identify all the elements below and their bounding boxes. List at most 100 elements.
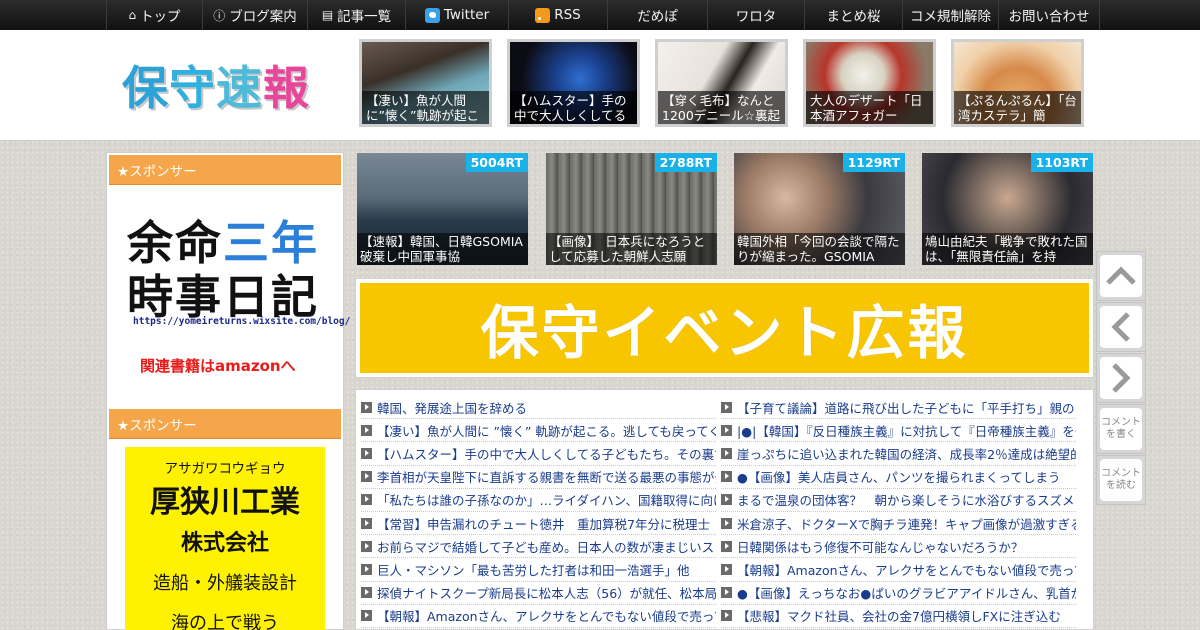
header-thumb-4[interactable]: 大人のデザート「日本酒アフォガー	[803, 39, 936, 127]
home-icon: ⌂	[128, 8, 137, 22]
featured-caption: 【画像】 日本兵になろうとして応募した朝鮮人志願	[546, 233, 717, 265]
rss-icon	[535, 7, 551, 23]
chevron-right-icon	[1100, 357, 1142, 399]
company-name: 厚狭川工業	[150, 485, 300, 520]
nav-item-blog-info[interactable]: ⓘ ブログ案内	[203, 0, 308, 30]
nav-item-warota[interactable]: ワロタ	[708, 0, 805, 30]
list-item[interactable]: まるで温泉の団体客？ 朝から楽しそうに水浴びするスズメさ	[721, 489, 1076, 512]
list-item[interactable]: 巨人・マシソン「最も苦労した打者は和田一浩選手」他	[361, 558, 716, 582]
list-item[interactable]: 米倉涼子、ドクターXで胸チラ連発！キャプ画像が過激すぎる	[721, 512, 1076, 536]
retweet-count-badge: 1103RT	[1030, 153, 1093, 172]
list-item[interactable]: 【朝報】Amazonさん、アレクサをとんでもない値段で売ってし	[361, 605, 716, 628]
featured-thumb-4[interactable]: 1103RT 鳩山由紀夫「戦争で敗れた国は、「無限責任論」を持	[922, 153, 1093, 265]
header-thumb-5[interactable]: 【ぷるんぷるん】「台湾カステラ」簡	[951, 39, 1084, 127]
retweet-count-badge: 5004RT	[465, 153, 528, 172]
sponsor-heading-2-wrap: ★スポンサー	[107, 407, 343, 441]
list-item[interactable]: 【ハムスター】手の中で大人しくしてる子どもたち。その裏で	[361, 442, 716, 466]
arrow-bullet-icon	[721, 401, 732, 413]
header-thumb-2[interactable]: 【ハムスター】手の中で大人しくしてる	[507, 39, 640, 127]
list-item[interactable]: 【悲報】マクド社員、会社の金7億円横領しFXに注ぎ込む	[721, 605, 1076, 628]
featured-caption: 鳩山由紀夫「戦争で敗れた国は、「無限責任論」を持	[922, 233, 1093, 265]
list-item[interactable]: 崖っぷちに追い込まれた韓国の経済、成長率2％達成は絶望的か	[721, 442, 1076, 466]
nav-item-twitter[interactable]: Twitter	[406, 0, 509, 30]
nav-item-contact[interactable]: お問い合わせ	[999, 0, 1100, 30]
ad-url: https://yomeireturns.wixsite.com/blog/	[133, 316, 351, 327]
arrow-bullet-icon	[361, 424, 372, 436]
nav-item-rss[interactable]: RSS	[509, 0, 608, 30]
arrow-bullet-icon	[721, 610, 732, 622]
retweet-count-badge: 2788RT	[654, 153, 717, 172]
write-comment-button[interactable]: コメントを書く	[1096, 404, 1146, 454]
list-item[interactable]: 「私たちは誰の子孫なのか」…ライダイハン、国籍取得に向け	[361, 489, 716, 512]
featured-thumb-1[interactable]: 5004RT 【速報】韓国、日韓GSOMIA破棄し中国軍事協	[357, 153, 528, 265]
featured-caption: 韓国外相「今回の会談で隔たりが縮まった。GSOMIA	[734, 233, 905, 265]
sponsor-ad-yomei[interactable]: 余命三年 時事日記 https://yomeireturns.wixsite.c…	[107, 189, 350, 389]
company-type: 株式会社	[180, 531, 269, 556]
list-item[interactable]: 【子育て議論】道路に飛び出した子どもに「平手打ち」親のし	[721, 396, 1076, 420]
list-item[interactable]: ●【画像】えっちなお●ぱいのグラビアアイドルさん、乳首が透	[721, 582, 1076, 605]
arrow-bullet-icon	[361, 540, 372, 552]
featured-thumb-3[interactable]: 1129RT 韓国外相「今回の会談で隔たりが縮まった。GSOMIA	[734, 153, 905, 265]
list-icon: ▤	[321, 8, 334, 22]
arrow-bullet-icon	[361, 517, 372, 529]
nav-item-comment-unblock[interactable]: コメ規制解除	[903, 0, 999, 30]
sponsor-ad-asagawa[interactable]: アサガワコウギョウ 厚狭川工業 株式会社 造船・外艤装設計 海の上で戦う	[125, 447, 325, 630]
write-comment-label: コメントを書く	[1101, 417, 1141, 440]
list-item[interactable]: 韓国、発展途上国を辞める	[361, 396, 716, 420]
arrow-bullet-icon	[721, 540, 732, 552]
nav-item-article-list[interactable]: ▤ 記事一覧	[308, 0, 406, 30]
nav-item-matome-sakura[interactable]: まとめ桜	[805, 0, 903, 30]
arrow-bullet-icon	[361, 587, 372, 599]
event-banner[interactable]: 保守イベント広報	[355, 278, 1094, 378]
previous-article-button[interactable]	[1096, 302, 1146, 352]
twitter-icon	[424, 7, 440, 23]
read-comments-label: コメントを読む	[1101, 468, 1141, 491]
company-slogan: 海の上で戦う	[171, 613, 279, 630]
amazon-link[interactable]: 関連書籍はamazonへ	[140, 355, 296, 376]
arrow-bullet-icon	[721, 447, 732, 459]
retweet-count-badge: 1129RT	[842, 153, 905, 172]
list-item[interactable]: お前らマジで結婚して子ども産め。日本人の数が凄まじいスピ	[361, 535, 716, 559]
next-article-button[interactable]	[1096, 353, 1146, 403]
list-item[interactable]: |●|【韓国】『反日種族主義』に対抗して『日帝種族主義』を発	[721, 419, 1076, 443]
arrow-bullet-icon	[721, 471, 732, 483]
featured-caption: 【速報】韓国、日韓GSOMIA破棄し中国軍事協	[357, 233, 528, 265]
header-thumb-caption: 【ぷるんぷるん】「台湾カステラ」簡	[954, 91, 1081, 124]
header-thumb-3[interactable]: 【穿く毛布】なんと1200デニール☆裏起毛	[655, 39, 788, 127]
header-thumb-caption: 【ハムスター】手の中で大人しくしてる	[510, 91, 637, 124]
header-thumb-caption: 【凄い】魚が人間に”懐く”軌跡が起こ	[362, 91, 489, 124]
header-thumb-1[interactable]: 【凄い】魚が人間に”懐く”軌跡が起こ	[359, 39, 492, 127]
article-column-left: 韓国、発展途上国を辞める 【凄い】魚が人間に ”懐く” 軌跡が起こる。逃しても戻…	[361, 396, 716, 628]
read-comments-button[interactable]: コメントを読む	[1096, 455, 1146, 505]
arrow-bullet-icon	[361, 471, 372, 483]
article-list: 韓国、発展途上国を辞める 【凄い】魚が人間に ”懐く” 軌跡が起こる。逃しても戻…	[355, 389, 1094, 630]
header-thumb-caption: 大人のデザート「日本酒アフォガー	[806, 91, 933, 124]
info-icon: ⓘ	[213, 8, 226, 23]
site-logo[interactable]: 保守速報	[122, 52, 310, 118]
sponsor-heading: ★スポンサー	[109, 155, 341, 185]
site-header: 保守速報 【凄い】魚が人間に”懐く”軌跡が起こ 【ハムスター】手の中で大人しくし…	[0, 30, 1200, 141]
featured-thumb-2[interactable]: 2788RT 【画像】 日本兵になろうとして応募した朝鮮人志願	[546, 153, 717, 265]
arrow-bullet-icon	[721, 517, 732, 529]
list-item[interactable]: 【常習】申告漏れのチュート徳井 重加算税7年分に税理士「巨	[361, 512, 716, 536]
list-item[interactable]: 日韓関係はもう修復不可能なんじゃないだろうか？	[721, 535, 1076, 559]
scroll-top-button[interactable]	[1096, 251, 1146, 301]
event-banner-text: 保守イベント広報	[360, 283, 1089, 373]
arrow-bullet-icon	[361, 494, 372, 506]
nav-item-top[interactable]: ⌂ トップ	[106, 0, 203, 30]
list-item[interactable]: ●【画像】美人店員さん、パンツを撮られまくってしまう	[721, 466, 1076, 489]
top-nav: ⌂ トップ ⓘ ブログ案内 ▤ 記事一覧 Twitter RSS だめぽ ワロタ まと…	[0, 0, 1200, 30]
list-item[interactable]: 李首相が天皇陛下に直訴する親書を無断で送る最悪の事態が発	[361, 466, 716, 489]
chevron-up-icon	[1100, 255, 1142, 297]
arrow-bullet-icon	[721, 494, 732, 506]
arrow-bullet-icon	[361, 610, 372, 622]
list-item[interactable]: 【凄い】魚が人間に ”懐く” 軌跡が起こる。逃しても戻ってくる	[361, 419, 716, 443]
company-desc: 造船・外艤装設計	[153, 573, 297, 594]
list-item[interactable]: 探偵ナイトスクープ新局長に松本人志（56）が就任、松本局長	[361, 582, 716, 605]
arrow-bullet-icon	[361, 401, 372, 413]
arrow-bullet-icon	[721, 563, 732, 575]
list-item[interactable]: 【朝報】Amazonさん、アレクサをとんでもない値段で売ってし	[721, 558, 1076, 582]
sidebar: ★スポンサー 余命三年 時事日記 https://yomeireturns.wi…	[106, 152, 350, 630]
company-kana: アサガワコウギョウ	[164, 461, 286, 477]
nav-item-damepo[interactable]: だめぽ	[608, 0, 708, 30]
